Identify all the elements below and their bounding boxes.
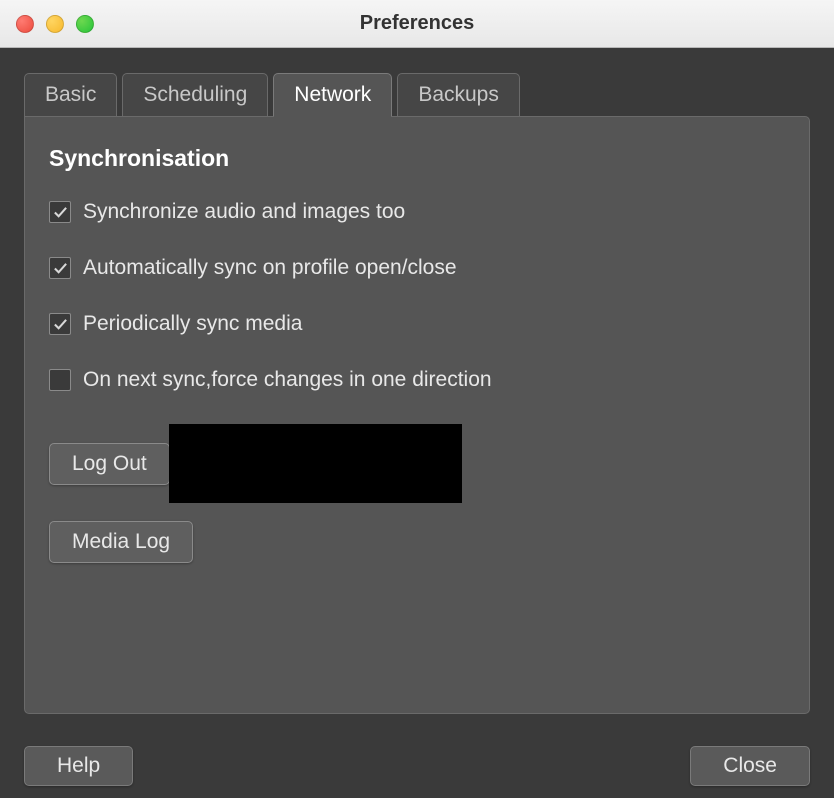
tab-scheduling[interactable]: Scheduling (122, 73, 268, 116)
checkbox-label-force-direction[interactable]: On next sync,force changes in one direct… (83, 368, 492, 392)
tab-backups[interactable]: Backups (397, 73, 520, 116)
titlebar: Preferences (0, 0, 834, 48)
checkbox-label-periodic-sync[interactable]: Periodically sync media (83, 312, 302, 336)
check-icon (53, 205, 68, 220)
medialog-button[interactable]: Media Log (49, 521, 193, 563)
window-maximize-button[interactable] (76, 15, 94, 33)
checkbox-row-sync-media: Synchronize audio and images too (49, 200, 785, 224)
checkbox-row-force-direction: On next sync,force changes in one direct… (49, 368, 785, 392)
window-title: Preferences (360, 12, 475, 35)
window-body: Basic Scheduling Network Backups Synchro… (0, 48, 834, 798)
checkbox-label-autosync[interactable]: Automatically sync on profile open/close (83, 256, 457, 280)
tab-basic[interactable]: Basic (24, 73, 117, 116)
window-minimize-button[interactable] (46, 15, 64, 33)
medialog-row: Media Log (49, 521, 785, 563)
tab-content-network: Synchronisation Synchronize audio and im… (24, 116, 810, 714)
checkbox-sync-audio-images[interactable] (49, 201, 71, 223)
checkbox-row-autosync: Automatically sync on profile open/close (49, 256, 785, 280)
checkbox-autosync[interactable] (49, 257, 71, 279)
checkbox-periodic-sync[interactable] (49, 313, 71, 335)
checkbox-row-periodic-sync: Periodically sync media (49, 312, 785, 336)
traffic-lights (0, 15, 94, 33)
checkbox-force-direction[interactable] (49, 369, 71, 391)
check-icon (53, 261, 68, 276)
window-close-button[interactable] (16, 15, 34, 33)
section-heading-synchronisation: Synchronisation (49, 145, 785, 172)
redacted-account-info (169, 424, 462, 503)
tab-network[interactable]: Network (273, 73, 392, 117)
footer-buttons: Help Close (24, 746, 810, 786)
check-icon (53, 317, 68, 332)
close-button[interactable]: Close (690, 746, 810, 786)
logout-button[interactable]: Log Out (49, 443, 170, 485)
help-button[interactable]: Help (24, 746, 133, 786)
checkbox-label-sync-audio-images[interactable]: Synchronize audio and images too (83, 200, 405, 224)
tabs-container: Basic Scheduling Network Backups (0, 48, 834, 116)
logout-row: Log Out (49, 424, 785, 503)
